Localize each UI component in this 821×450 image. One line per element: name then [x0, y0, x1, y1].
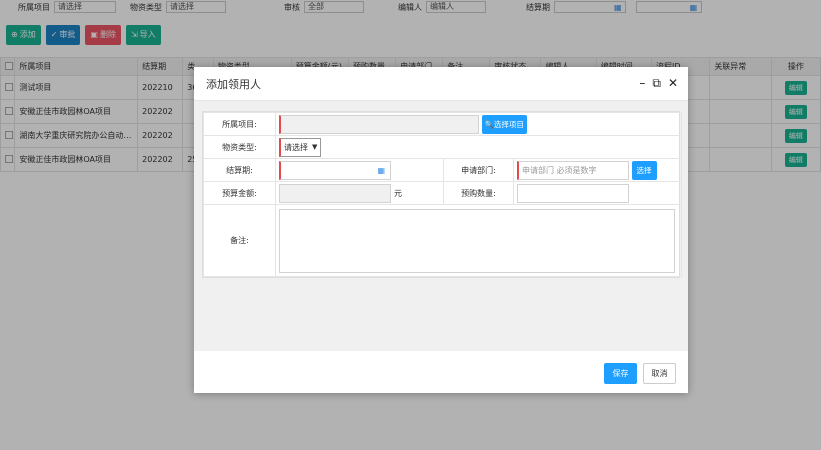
qty-input[interactable]	[517, 183, 629, 203]
search-icon: 🔍	[484, 119, 494, 129]
period-input[interactable]: ▦	[279, 160, 391, 180]
budget-label: 预算金额:	[203, 181, 276, 205]
dialog-body: 所属项目: 🔍选择项目 物资类型: 请选择 ▼ 结算期: ▦ 申请部门: 申请部…	[194, 101, 688, 351]
material-type-value: 请选择	[284, 142, 308, 152]
chevron-down-icon: ▼	[312, 143, 318, 151]
dialog-footer: 保存 取消	[194, 351, 688, 393]
save-button[interactable]: 保存	[604, 363, 637, 384]
calendar-icon[interactable]: ▦	[377, 162, 385, 179]
material-type-label: 物资类型:	[203, 135, 276, 159]
dept-input[interactable]: 申请部门 必须是数字	[517, 160, 629, 180]
select-project-button[interactable]: 🔍选择项目	[481, 114, 527, 134]
add-recipient-dialog: 添加领用人 – ⧉ ✕ 所属项目: 🔍选择项目 物资类型: 请选择 ▼ 结算期:…	[194, 67, 688, 393]
remark-label: 备注:	[203, 204, 276, 277]
window-controls: – ⧉ ✕	[639, 77, 678, 89]
remark-textarea[interactable]	[279, 208, 675, 273]
select-dept-button[interactable]: 选择	[631, 160, 657, 180]
dialog-header: 添加领用人 – ⧉ ✕	[194, 67, 688, 101]
budget-input[interactable]	[279, 183, 391, 203]
cancel-button[interactable]: 取消	[643, 363, 676, 384]
dialog-title: 添加领用人	[206, 77, 261, 91]
qty-label: 预购数量:	[443, 181, 514, 205]
project-label: 所属项目:	[203, 112, 276, 136]
minimize-icon[interactable]: –	[639, 77, 645, 89]
project-input[interactable]	[279, 114, 479, 134]
budget-unit: 元	[394, 188, 402, 198]
dept-label: 申请部门:	[443, 158, 514, 182]
close-icon[interactable]: ✕	[668, 77, 678, 89]
period-label: 结算期:	[203, 158, 276, 182]
select-project-label: 选择项目	[493, 119, 524, 129]
material-type-select[interactable]: 请选择 ▼	[279, 137, 322, 157]
maximize-icon[interactable]: ⧉	[652, 77, 661, 89]
recipient-form: 所属项目: 🔍选择项目 物资类型: 请选择 ▼ 结算期: ▦ 申请部门: 申请部…	[202, 111, 683, 278]
